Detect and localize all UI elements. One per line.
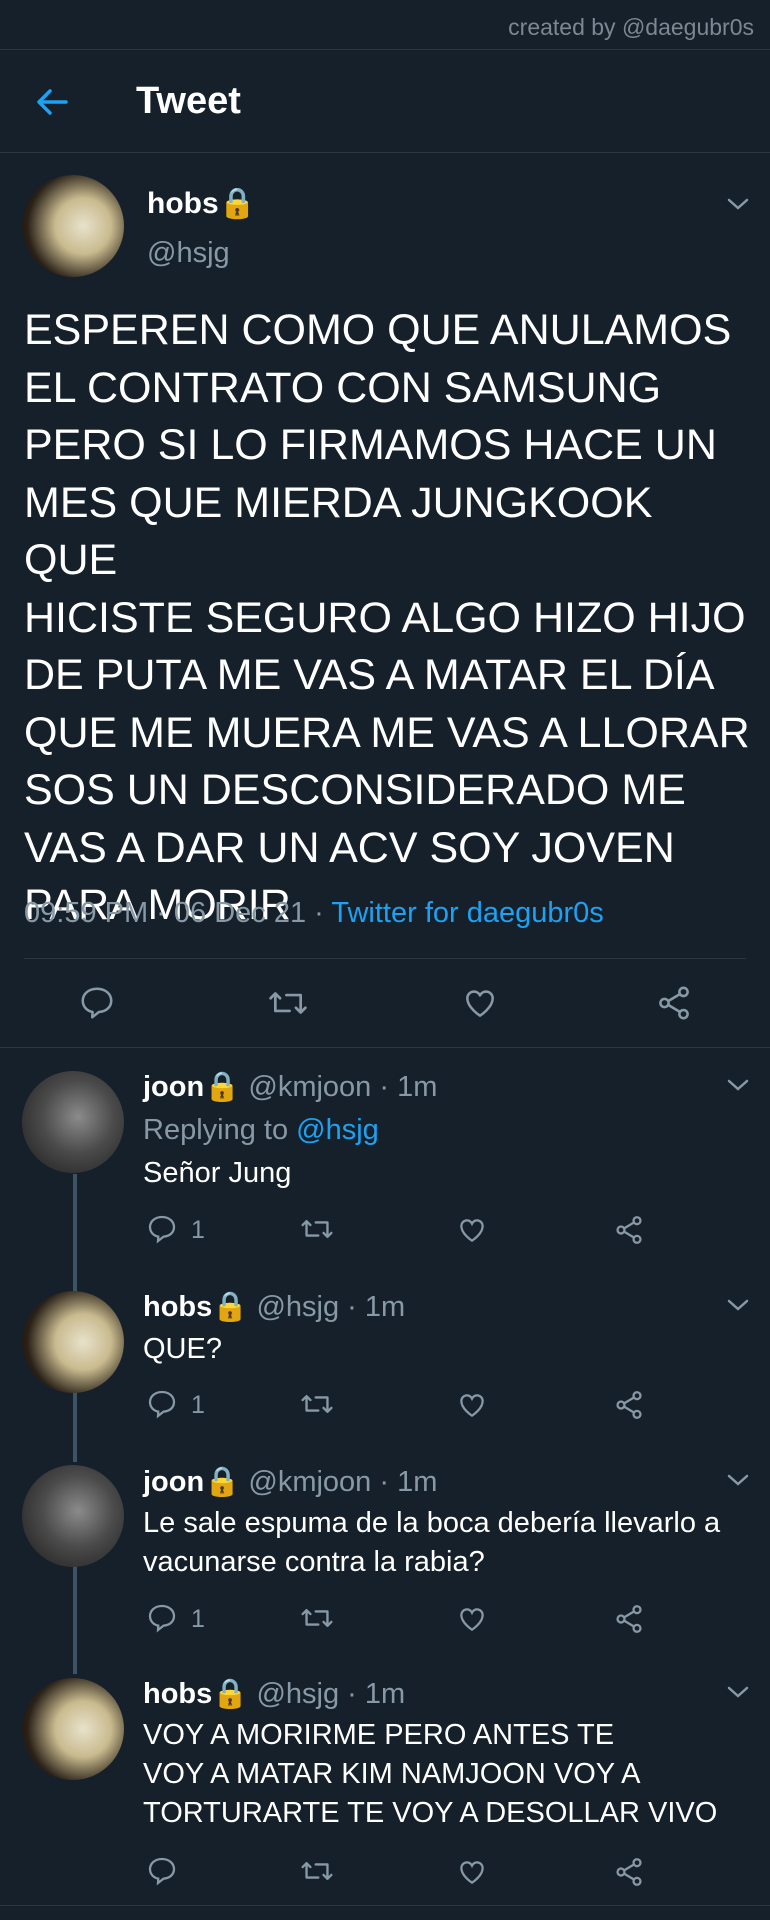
reply-icon[interactable] bbox=[146, 1388, 178, 1420]
chevron-down-icon[interactable] bbox=[726, 1077, 750, 1093]
back-arrow-icon[interactable] bbox=[32, 82, 72, 122]
reply-text: Señor Jung bbox=[143, 1157, 292, 1189]
reply-author-handle[interactable]: @kmjoon · 1m bbox=[248, 1071, 437, 1103]
reply-count: 1 bbox=[191, 1216, 205, 1244]
thread-line bbox=[73, 1562, 77, 1674]
avatar[interactable] bbox=[22, 1465, 124, 1567]
tweet-source-link[interactable]: Twitter for daegubr0s bbox=[331, 897, 603, 929]
chevron-down-icon[interactable] bbox=[726, 1472, 750, 1488]
chevron-down-icon[interactable] bbox=[726, 1684, 750, 1700]
retweet-icon[interactable] bbox=[300, 1388, 334, 1420]
like-icon[interactable] bbox=[456, 1214, 488, 1246]
author-handle[interactable]: @hsjg bbox=[147, 237, 230, 270]
page-title: Tweet bbox=[136, 80, 241, 122]
divider bbox=[24, 958, 746, 959]
tweet-timestamp: 09:59 PM · 06 Dec 21 · bbox=[24, 897, 332, 929]
reply-text: QUE? bbox=[143, 1333, 222, 1365]
retweet-icon[interactable] bbox=[300, 1602, 334, 1634]
reply-text: Le sale espuma de la boca debería llevar… bbox=[143, 1507, 721, 1578]
reply-count: 1 bbox=[191, 1605, 205, 1633]
reply-header: joon🔒 @kmjoon · 1m bbox=[143, 1465, 437, 1499]
reply-icon[interactable] bbox=[146, 1213, 178, 1245]
credit-watermark: created by @daegubr0s bbox=[508, 14, 754, 40]
chevron-down-icon[interactable] bbox=[726, 1297, 750, 1313]
retweet-icon[interactable] bbox=[300, 1855, 334, 1887]
reply-author-name[interactable]: joon🔒 bbox=[143, 1071, 240, 1103]
replying-to: Replying to @hsjg bbox=[143, 1114, 379, 1146]
reply-icon[interactable] bbox=[146, 1602, 178, 1634]
reply-header: joon🔒 @kmjoon · 1m bbox=[143, 1070, 437, 1104]
reply-author-handle[interactable]: @hsjg · 1m bbox=[256, 1678, 405, 1710]
tweet-text: ESPEREN COMO QUE ANULAMOS EL CONTRATO CO… bbox=[24, 306, 750, 929]
retweet-icon[interactable] bbox=[267, 984, 309, 1022]
retweet-icon[interactable] bbox=[300, 1213, 334, 1245]
avatar[interactable] bbox=[22, 1291, 124, 1393]
author-name[interactable]: hobs🔒 bbox=[147, 186, 256, 221]
reply-author-handle[interactable]: @hsjg · 1m bbox=[256, 1291, 405, 1323]
reply-author-name[interactable]: joon🔒 bbox=[143, 1466, 240, 1498]
thread-line bbox=[73, 1174, 77, 1294]
reply-header: hobs🔒 @hsjg · 1m bbox=[143, 1290, 405, 1324]
thread-line bbox=[73, 1390, 77, 1462]
tweet-meta: 09:59 PM · 06 Dec 21 · Twitter for daegu… bbox=[24, 897, 604, 930]
reply-count: 1 bbox=[191, 1391, 205, 1419]
like-icon[interactable] bbox=[456, 1603, 488, 1635]
reply-icon[interactable] bbox=[78, 984, 116, 1022]
share-icon[interactable] bbox=[613, 1856, 645, 1888]
reply-author-name[interactable]: hobs🔒 bbox=[143, 1678, 248, 1710]
reply-author-name[interactable]: hobs🔒 bbox=[143, 1291, 248, 1323]
share-icon[interactable] bbox=[655, 984, 693, 1022]
share-icon[interactable] bbox=[613, 1214, 645, 1246]
tweet-actions bbox=[0, 960, 770, 1048]
avatar[interactable] bbox=[22, 1071, 124, 1173]
like-icon[interactable] bbox=[461, 984, 499, 1022]
divider bbox=[0, 1905, 770, 1906]
reply-text: VOY A MORIRME PERO ANTES TE VOY A MATAR … bbox=[143, 1719, 718, 1829]
top-bar: Tweet bbox=[0, 49, 770, 153]
share-icon[interactable] bbox=[613, 1603, 645, 1635]
reply-header: hobs🔒 @hsjg · 1m bbox=[143, 1677, 405, 1711]
like-icon[interactable] bbox=[456, 1389, 488, 1421]
avatar[interactable] bbox=[22, 175, 124, 277]
like-icon[interactable] bbox=[456, 1856, 488, 1888]
reply-icon[interactable] bbox=[146, 1855, 178, 1887]
avatar[interactable] bbox=[22, 1678, 124, 1780]
reply-author-handle[interactable]: @kmjoon · 1m bbox=[248, 1466, 437, 1498]
replying-to-link[interactable]: @hsjg bbox=[296, 1114, 379, 1146]
share-icon[interactable] bbox=[613, 1389, 645, 1421]
chevron-down-icon[interactable] bbox=[726, 196, 750, 212]
